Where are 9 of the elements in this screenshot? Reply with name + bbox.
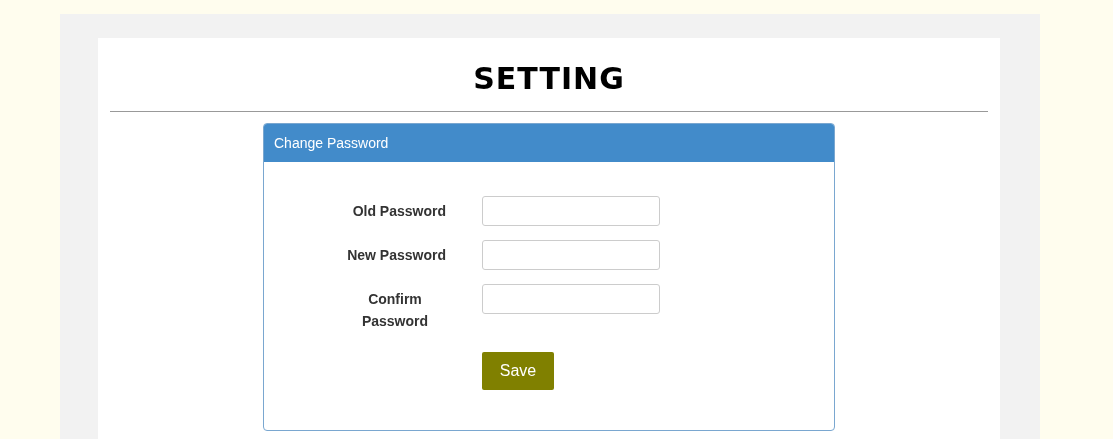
field-label: Confirm Password — [360, 290, 430, 331]
password-field[interactable] — [482, 240, 660, 270]
panel-title: Change Password — [274, 135, 389, 151]
password-field[interactable] — [482, 284, 660, 314]
field-label: New Password — [346, 246, 446, 265]
password-field[interactable] — [482, 196, 660, 226]
page-title: SETTING — [472, 62, 626, 96]
save-button[interactable]: Save — [482, 352, 554, 390]
field-label: Old Password — [351, 202, 446, 221]
